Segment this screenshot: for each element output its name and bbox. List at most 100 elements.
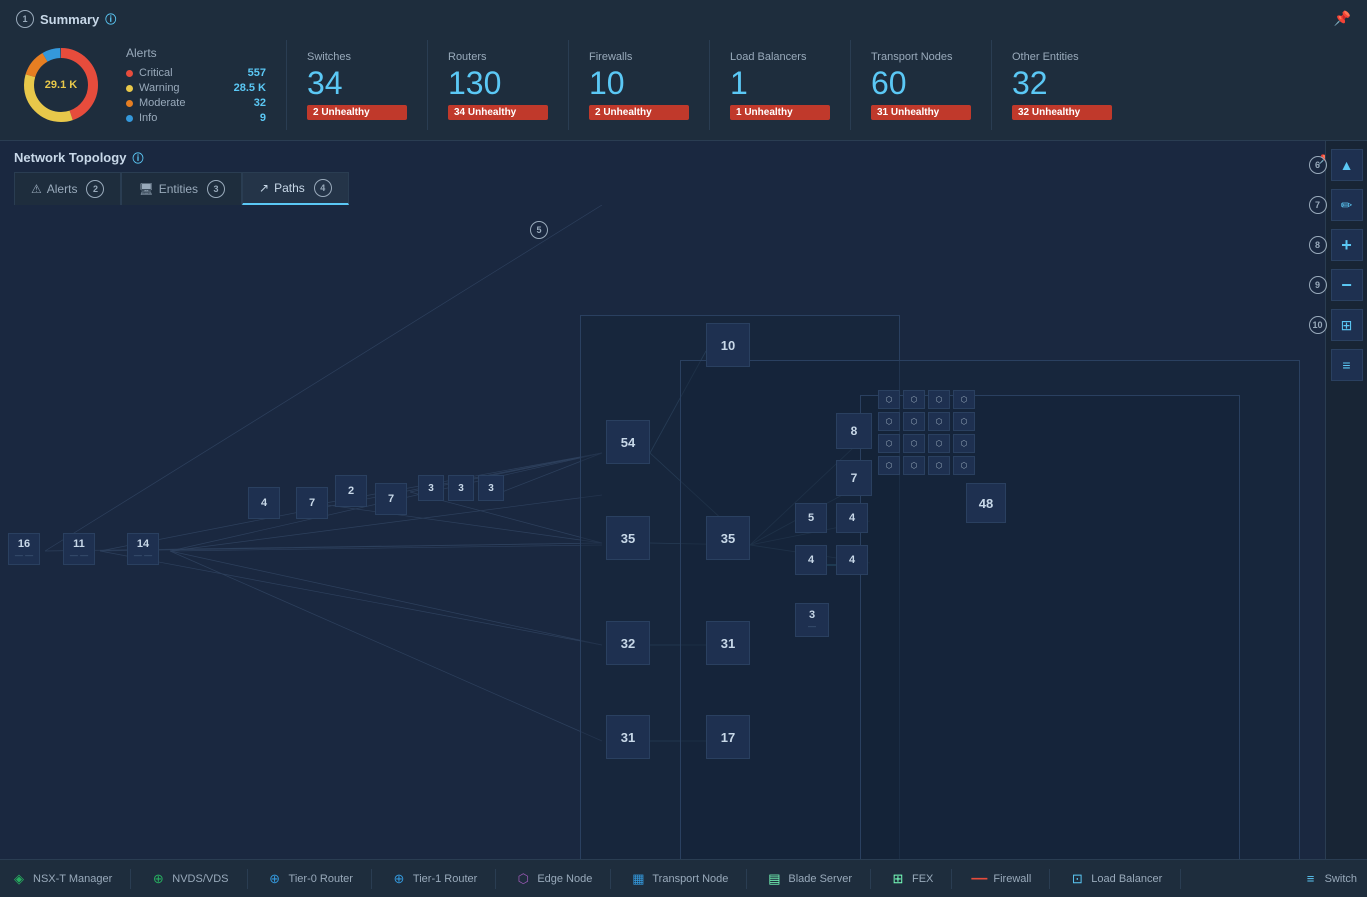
firewalls-badge: 2 Unhealthy [589, 105, 689, 120]
alert-row-info: Info 9 [126, 112, 266, 124]
sn12[interactable]: ⬡ [953, 434, 975, 453]
sn4[interactable]: ⬡ [953, 390, 975, 409]
lb-label: Load Balancer [1091, 873, 1162, 885]
switch-label: Switch [1325, 873, 1357, 885]
zoom-out-button[interactable]: − [1331, 269, 1363, 301]
node-48[interactable]: 48 [966, 483, 1006, 523]
node-5[interactable]: 5 [795, 503, 827, 533]
node-35b[interactable]: 35 [706, 516, 750, 560]
summary-pin-icon[interactable]: 📌 [1334, 10, 1351, 27]
divider-5 [850, 40, 851, 130]
node-3b[interactable]: 3 [448, 475, 474, 501]
sn8[interactable]: ⬡ [953, 412, 975, 431]
node-11[interactable]: 11 — — [63, 533, 95, 565]
node-4b[interactable]: 4 [836, 503, 868, 533]
moderate-label: Moderate [139, 97, 248, 109]
sn16[interactable]: ⬡ [953, 456, 975, 475]
node-35a[interactable]: 35 [606, 516, 650, 560]
triangle-button[interactable]: ▲ [1331, 149, 1363, 181]
legend-switch: ≡ Switch [1302, 870, 1357, 888]
layout-button[interactable]: ≡ [1331, 349, 1363, 381]
t1-icon: ⊕ [390, 870, 408, 888]
small-nodes-cluster: ⬡ ⬡ ⬡ ⬡ ⬡ ⬡ ⬡ ⬡ ⬡ ⬡ ⬡ ⬡ ⬡ ⬡ ⬡ ⬡ [878, 390, 975, 475]
sn13[interactable]: ⬡ [878, 456, 900, 475]
legend-fex: ⊞ FEX [889, 870, 933, 888]
legend-div-3 [371, 869, 372, 889]
node-4c[interactable]: 4 [795, 545, 827, 575]
divider-1 [286, 40, 287, 130]
sn2[interactable]: ⬡ [903, 390, 925, 409]
node-10[interactable]: 10 [706, 323, 750, 367]
topology-info-icon[interactable]: ⓘ [132, 150, 143, 166]
node-7c[interactable]: 7 [836, 460, 872, 496]
legend-div-8 [951, 869, 952, 889]
node-16[interactable]: 16 — — [8, 533, 40, 565]
sn9[interactable]: ⬡ [878, 434, 900, 453]
t0-icon: ⊕ [266, 870, 284, 888]
node-4d[interactable]: 4 [836, 545, 868, 575]
node-3a[interactable]: 3 [418, 475, 444, 501]
topology-title: Network Topology ⓘ [14, 150, 143, 166]
metric-firewalls: Firewalls 10 2 Unhealthy [589, 51, 689, 120]
node-17[interactable]: 17 [706, 715, 750, 759]
critical-label: Critical [139, 67, 242, 79]
sn15[interactable]: ⬡ [928, 456, 950, 475]
topology-header: Network Topology ⓘ 📌 ⛶ [0, 141, 1367, 166]
alert-row-critical: Critical 557 [126, 67, 266, 79]
node-54[interactable]: 54 [606, 420, 650, 464]
sn7[interactable]: ⬡ [928, 412, 950, 431]
tabs-row: ⚠ Alerts 2 🖥 Entities 3 ↗ Paths 4 [0, 166, 1367, 205]
divider-2 [427, 40, 428, 130]
num-6: 6 [1309, 156, 1327, 174]
legend-div-2 [247, 869, 248, 889]
node-3c[interactable]: 3 [478, 475, 504, 501]
summary-info-icon[interactable]: ⓘ [105, 11, 116, 27]
node-31b[interactable]: 31 [706, 621, 750, 665]
annotation-5-badge: 5 [530, 221, 548, 239]
sn1[interactable]: ⬡ [878, 390, 900, 409]
sn11[interactable]: ⬡ [928, 434, 950, 453]
node-8[interactable]: 8 [836, 413, 872, 449]
info-value: 9 [260, 112, 266, 124]
legend-div-10 [1180, 869, 1181, 889]
node-7a[interactable]: 7 [296, 487, 328, 519]
legend-edge: ⬡ Edge Node [514, 870, 592, 888]
sn14[interactable]: ⬡ [903, 456, 925, 475]
blade-icon: ▤ [765, 870, 783, 888]
lb-icon: ⊡ [1068, 870, 1086, 888]
edit-button[interactable]: ✏ [1331, 189, 1363, 221]
fit-button[interactable]: ⊞ [1331, 309, 1363, 341]
sn3[interactable]: ⬡ [928, 390, 950, 409]
node-14[interactable]: 14 — — [127, 533, 159, 565]
sn5[interactable]: ⬡ [878, 412, 900, 431]
sidebar-btn-9-wrap: 9 − [1331, 267, 1363, 303]
nvds-label: NVDS/VDS [172, 873, 228, 885]
sn10[interactable]: ⬡ [903, 434, 925, 453]
entities-tab-icon: 🖥 [138, 182, 153, 196]
transport-value: 60 [871, 67, 971, 99]
node-4a[interactable]: 4 [248, 487, 280, 519]
node-32[interactable]: 32 [606, 621, 650, 665]
switch-icon: ≡ [1302, 870, 1320, 888]
tab-paths[interactable]: ↗ Paths 4 [242, 172, 349, 205]
zoom-in-button[interactable]: + [1331, 229, 1363, 261]
node-3d[interactable]: 3 — [795, 603, 829, 637]
transport-label: Transport Node [652, 873, 728, 885]
warning-dot [126, 85, 133, 92]
metric-lb: Load Balancers 1 1 Unhealthy [730, 51, 830, 120]
sidebar-btn-7-wrap: 7 ✏ [1331, 187, 1363, 223]
legend-transport: ▦ Transport Node [629, 870, 728, 888]
summary-section: 1 Summary ⓘ 📌 29.1 K [0, 0, 1367, 141]
node-7b[interactable]: 7 [375, 483, 407, 515]
sidebar-btn-6-wrap: 6 ▲ [1331, 147, 1363, 183]
node-2[interactable]: 2 [335, 475, 367, 507]
legend-lb: ⊡ Load Balancer [1068, 870, 1162, 888]
legend-div-1 [130, 869, 131, 889]
sn6[interactable]: ⬡ [903, 412, 925, 431]
tab-entities[interactable]: 🖥 Entities 3 [121, 172, 242, 205]
nsx-label: NSX-T Manager [33, 873, 112, 885]
node-31a[interactable]: 31 [606, 715, 650, 759]
tab-alerts[interactable]: ⚠ Alerts 2 [14, 172, 121, 205]
firewalls-title: Firewalls [589, 51, 689, 63]
donut-chart: 29.1 K [16, 40, 106, 130]
